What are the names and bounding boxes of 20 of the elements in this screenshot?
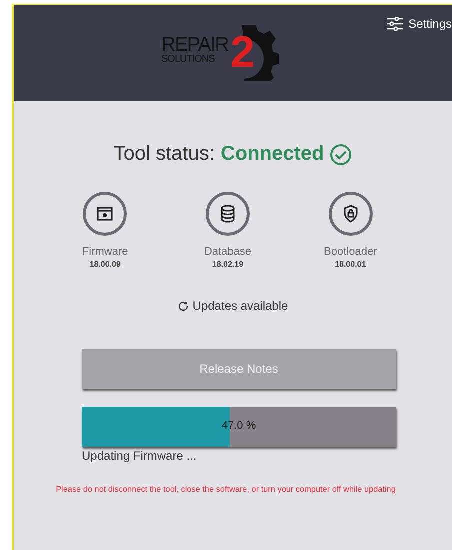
version-number: 18.00.01 <box>335 260 366 269</box>
component-name: Database <box>204 246 252 258</box>
status-value: Connected <box>220 143 324 166</box>
logo-numeral: 2 <box>230 31 255 75</box>
check-circle-icon <box>330 144 352 166</box>
updates-text: Updates available <box>192 299 288 313</box>
logo-text: SOLUTIONS <box>162 55 216 65</box>
warning-text: Please do not disconnect the tool, close the software, or turn your computer off while updating <box>55 485 397 494</box>
shield-lock-icon <box>328 192 373 236</box>
progress-caption: Updating Firmware ... <box>82 449 198 463</box>
component-name: Bootloader <box>324 246 378 258</box>
settings-button[interactable]: Settings <box>386 17 452 31</box>
logo-text: REPAIR <box>162 35 228 55</box>
component-name: Firmware <box>82 246 128 258</box>
version-number: 18.02.19 <box>212 260 244 269</box>
status-label: Tool status: <box>114 143 215 166</box>
sliders-icon <box>386 17 403 31</box>
version-number: 18.00.09 <box>90 260 121 269</box>
refresh-icon <box>178 300 189 312</box>
database-icon <box>206 192 250 236</box>
